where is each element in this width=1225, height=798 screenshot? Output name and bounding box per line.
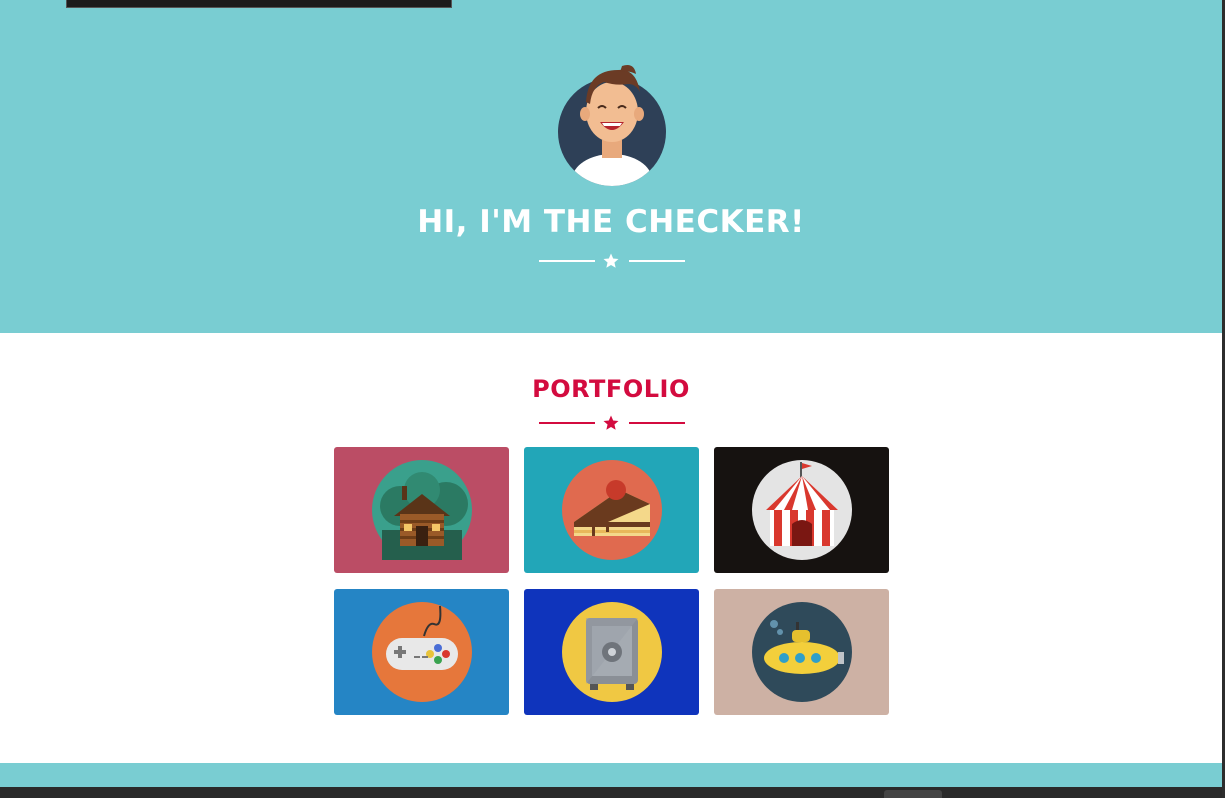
hero-section: HI, I'M THE CHECKER! <box>0 0 1222 333</box>
portfolio-grid <box>334 447 889 715</box>
submarine-icon <box>751 602 852 702</box>
divider-line <box>629 260 685 262</box>
divider-line <box>539 422 595 424</box>
log-cabin-icon <box>371 460 472 560</box>
divider-line <box>539 260 595 262</box>
portfolio-item-submarine[interactable] <box>714 589 889 715</box>
hero-divider <box>539 251 685 271</box>
portfolio-item-circus[interactable] <box>714 447 889 573</box>
portfolio-item-cake[interactable] <box>524 447 699 573</box>
taskbar-fragment <box>0 787 1225 798</box>
star-icon <box>603 253 619 268</box>
star-icon <box>603 415 619 430</box>
game-controller-icon <box>371 602 472 702</box>
circus-tent-icon <box>751 460 852 560</box>
portfolio-item-cabin[interactable] <box>334 447 509 573</box>
safe-icon <box>561 602 662 702</box>
top-toolbar-fragment <box>66 0 452 8</box>
footer-section <box>0 763 1222 787</box>
divider-line <box>629 422 685 424</box>
avatar <box>558 65 666 186</box>
portfolio-item-game[interactable] <box>334 589 509 715</box>
hero-title: HI, I'M THE CHECKER! <box>417 204 805 240</box>
taskbar-item[interactable] <box>884 790 942 798</box>
portfolio-item-safe[interactable] <box>524 589 699 715</box>
portfolio-divider <box>539 413 685 433</box>
cake-slice-icon <box>561 460 662 560</box>
portfolio-title: PORTFOLIO <box>532 375 690 403</box>
